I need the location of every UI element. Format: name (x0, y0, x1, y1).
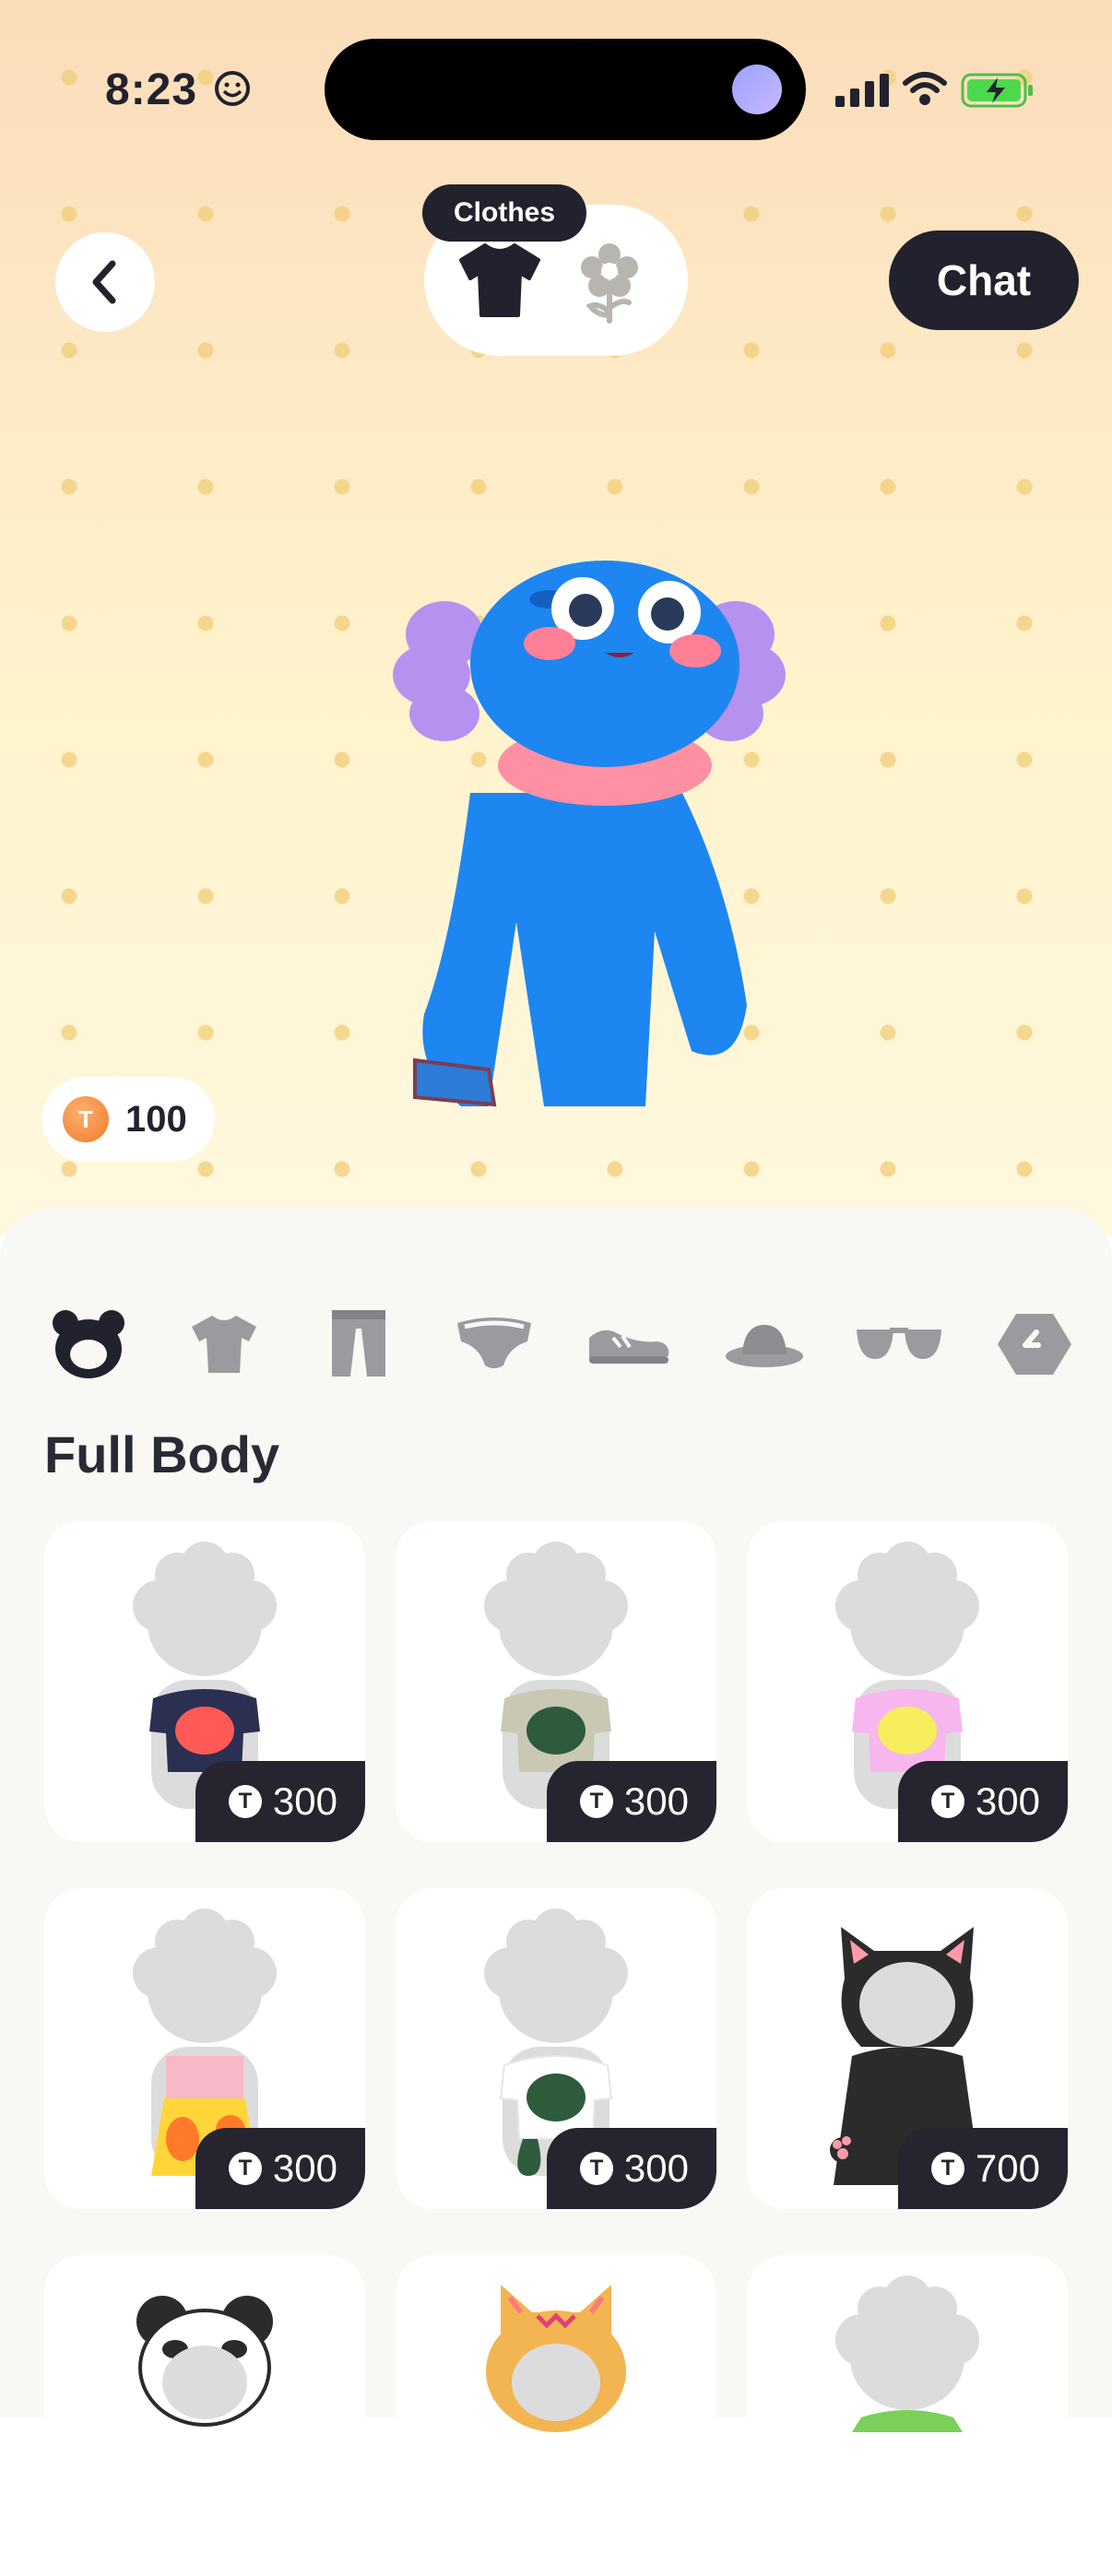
category-full-body[interactable] (41, 1300, 136, 1388)
price-tag: T 300 (195, 2128, 365, 2209)
status-bar: 8:23 (0, 0, 1112, 175)
flower-icon (581, 243, 638, 324)
dynamic-island (325, 39, 806, 140)
bear-icon (53, 1310, 124, 1378)
headband-icon (456, 1318, 531, 1368)
price-tag: T 300 (546, 1761, 716, 1842)
category-glasses[interactable] (851, 1300, 947, 1388)
token-icon: T (228, 1785, 262, 1818)
shirt-icon (459, 243, 540, 317)
section-title: Full Body (44, 1425, 280, 1483)
back-button[interactable] (55, 232, 155, 332)
token-icon: T (579, 2152, 613, 2185)
price-value: 300 (623, 2146, 689, 2190)
island-avatar-icon (732, 65, 782, 114)
price-tag: T 300 (897, 1761, 1068, 1842)
coin-balance: T 100 (42, 1077, 215, 1162)
category-headwear[interactable] (446, 1300, 542, 1388)
hat-icon (725, 1325, 803, 1367)
sunglasses-icon (857, 1328, 942, 1359)
category-accessories[interactable] (987, 1300, 1082, 1388)
item-card[interactable] (747, 2255, 1068, 2576)
price-value: 700 (975, 2146, 1040, 2190)
token-icon: T (930, 1785, 964, 1818)
signal-icon (835, 74, 889, 107)
outfit-preview (835, 2275, 979, 2432)
item-card[interactable] (396, 2255, 716, 2576)
avatar-character[interactable] (387, 516, 793, 1143)
item-card[interactable]: T 300 (396, 1521, 716, 1842)
chevron-left-icon (92, 260, 116, 304)
battery-charging-icon (961, 73, 1033, 108)
price-value: 300 (272, 2146, 337, 2190)
token-icon: T (228, 2152, 262, 2185)
outfit-preview (486, 2285, 626, 2432)
category-bar (41, 1300, 1082, 1388)
price-tag: T 700 (897, 2128, 1068, 2209)
price-tag: T 300 (546, 2128, 716, 2209)
tshirt-icon (191, 1316, 256, 1373)
shoe-icon (589, 1329, 669, 1364)
category-shoes[interactable] (581, 1300, 677, 1388)
category-bottoms[interactable] (311, 1300, 407, 1388)
smiley-icon (215, 71, 250, 106)
token-icon: T (579, 1785, 613, 1818)
category-hats[interactable] (716, 1300, 812, 1388)
wifi-icon (903, 72, 947, 105)
coin-count: 100 (125, 1098, 187, 1140)
status-time: 8:23 (105, 65, 198, 114)
tab-clothes[interactable] (457, 242, 542, 324)
category-tops[interactable] (176, 1300, 272, 1388)
clothes-tooltip: Clothes (422, 184, 587, 242)
outfit-preview (136, 2296, 273, 2427)
item-grid: T 300 T 300 T 300 T 300 T300 T 700 (44, 1521, 1068, 2576)
pants-icon (332, 1310, 386, 1377)
coin-icon: T (63, 1096, 109, 1142)
price-tag: T 300 (195, 1761, 365, 1842)
item-card[interactable]: T 300 (44, 1888, 365, 2209)
tab-decor[interactable] (577, 242, 642, 329)
item-card[interactable]: T 300 (396, 1888, 716, 2209)
item-card[interactable]: T 700 (747, 1888, 1068, 2209)
price-value: 300 (272, 1779, 337, 1823)
item-card[interactable]: T 300 (44, 1521, 365, 1842)
item-card[interactable]: T 300 (747, 1521, 1068, 1842)
token-icon: T (930, 2152, 964, 2185)
price-value: 300 (975, 1779, 1040, 1823)
price-value: 300 (623, 1779, 689, 1823)
tag-icon (997, 1314, 1071, 1375)
chat-button[interactable]: Chat (889, 230, 1079, 330)
item-card[interactable] (44, 2255, 365, 2576)
